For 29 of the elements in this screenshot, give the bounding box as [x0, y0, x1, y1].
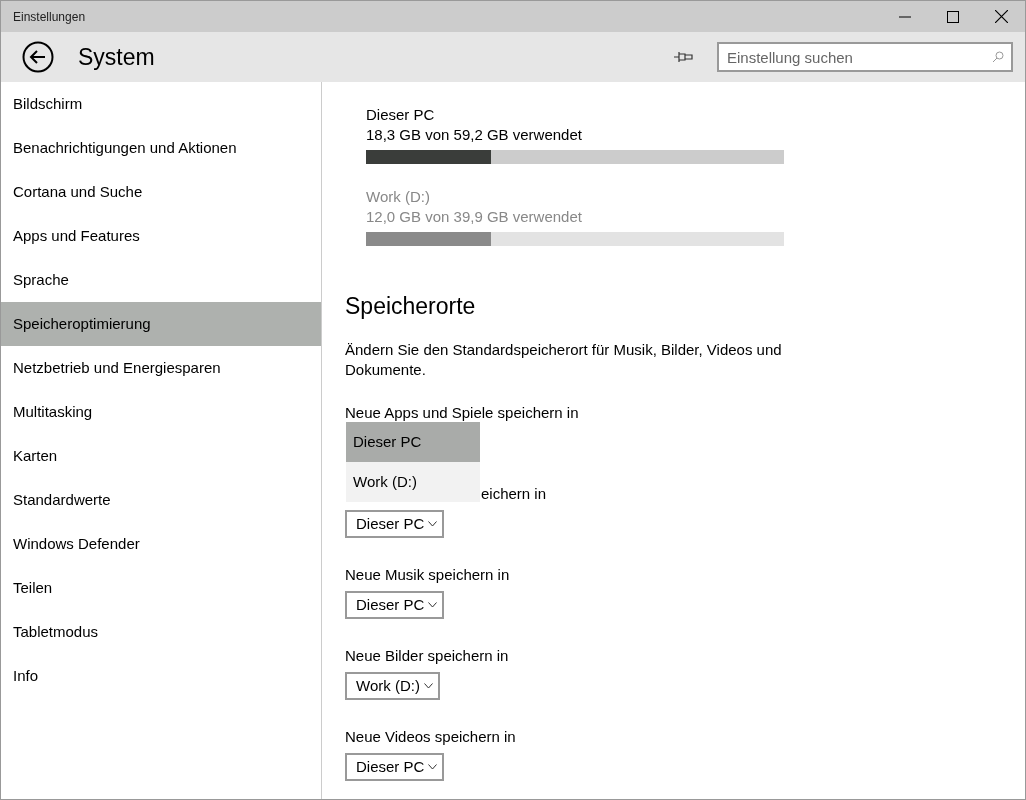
section-description: Ändern Sie den Standardspeicherort für Musik, Bilder, Videos und Dokumente. — [345, 340, 783, 380]
location-label: eichern in — [481, 484, 547, 504]
page-title: System — [78, 42, 155, 72]
location-label: Neue Bilder speichern in — [345, 646, 509, 666]
location-dropdown[interactable]: Dieser PC — [345, 591, 445, 619]
section-title: Speicherorte — [345, 292, 477, 321]
sidebar-item[interactable]: Speicheroptimierung — [1, 302, 321, 346]
maximize-icon — [947, 10, 959, 23]
chevron-icon — [423, 683, 433, 689]
back-button[interactable] — [21, 40, 55, 74]
search-icon — [992, 51, 1004, 63]
location-dropdown[interactable]: Dieser PC — [345, 753, 445, 781]
location-label: Neue Apps und Spiele speichern in — [345, 403, 579, 423]
location-dropdown[interactable]: Work (D:) — [345, 672, 440, 700]
drive-usage: 12,0 GB von 39,9 GB verwendet — [366, 207, 583, 227]
location-label: Neue Musik speichern in — [345, 565, 510, 585]
drive-usage: 18,3 GB von 59,2 GB verwendet — [366, 125, 583, 145]
window-title: Einstellungen — [13, 8, 86, 26]
chevron-icon — [428, 764, 438, 770]
search-field[interactable]: Einstellung suchen — [717, 42, 1013, 72]
dropdown-option[interactable]: Dieser PC — [346, 422, 480, 462]
location-label: Neue Videos speichern in — [345, 727, 516, 747]
drive-name[interactable]: Work (D:) — [366, 187, 1025, 207]
drive-name[interactable]: Dieser PC — [366, 105, 1025, 125]
close-icon — [994, 10, 1008, 23]
location-dropdown[interactable]: Dieser PC — [345, 510, 445, 538]
chevron-icon — [428, 602, 438, 608]
chevron-icon — [428, 521, 438, 527]
pin-icon — [673, 51, 693, 63]
